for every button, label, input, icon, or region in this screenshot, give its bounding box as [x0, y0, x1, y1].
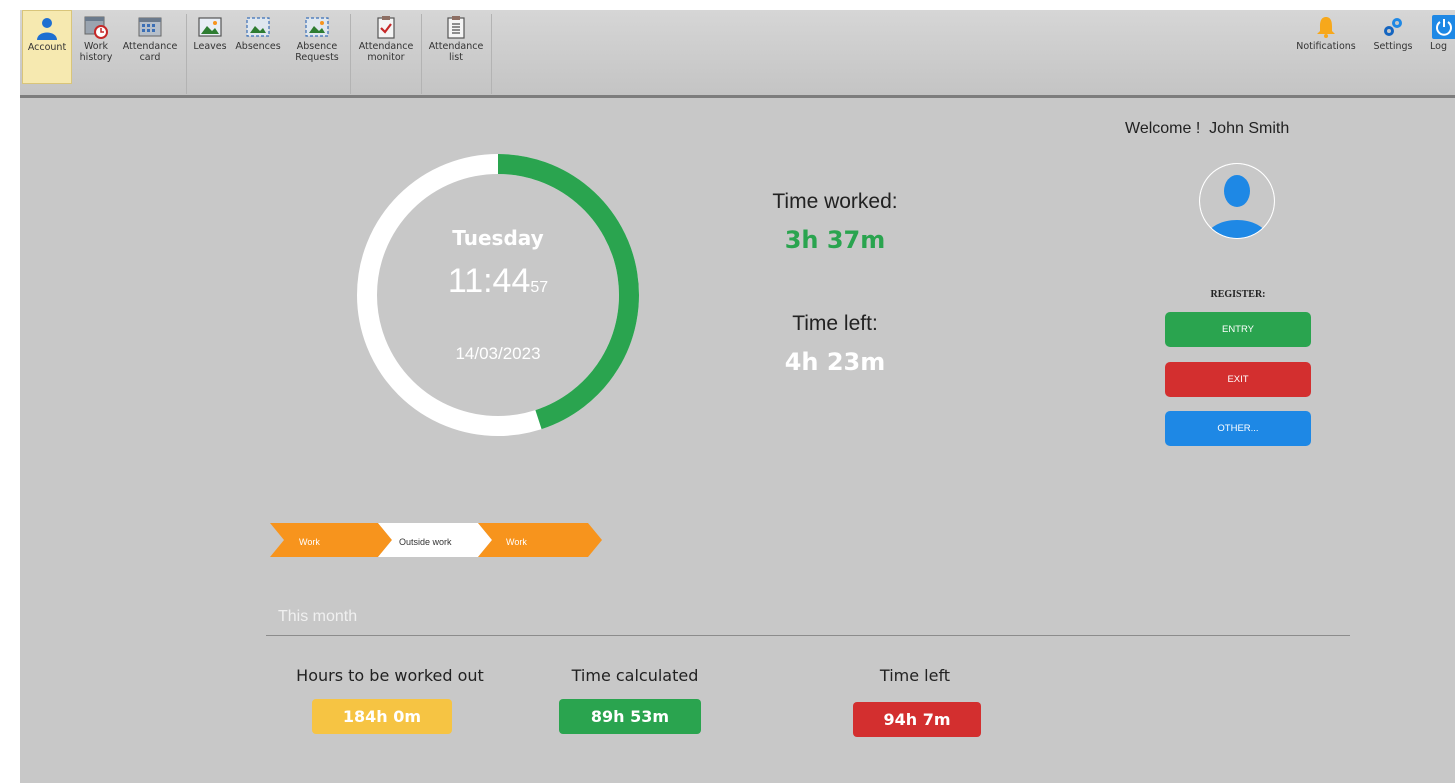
timeline-step-label: Outside work: [399, 537, 452, 547]
hours-to-work-badge: 184h 0m: [312, 699, 452, 734]
user-avatar-icon: [1199, 163, 1275, 239]
month-time-left-badge: 94h 7m: [853, 702, 981, 737]
toolbar-label: Requests: [295, 52, 339, 63]
time-calculated-label: Time calculated: [571, 666, 699, 685]
toolbar-label: Absences: [235, 41, 281, 52]
toolbar-attendance-monitor-button[interactable]: Attendance monitor: [354, 10, 418, 82]
exit-button[interactable]: EXIT: [1165, 362, 1311, 397]
toolbar-separator: [491, 14, 492, 94]
clipboard-list-icon: [447, 16, 465, 39]
clock-date: 14/03/2023: [455, 344, 541, 363]
toolbar-absence-requests-button[interactable]: Absence Requests: [286, 10, 348, 82]
calendar-clock-icon: [84, 16, 108, 39]
timeline-step-label: Work: [506, 537, 527, 547]
clock-time: 11:4457: [354, 262, 642, 301]
toolbar-label: list: [449, 52, 463, 63]
toolbar-label: Attendance: [122, 41, 178, 52]
person-icon: [37, 18, 57, 40]
clock-seconds: 57: [530, 279, 549, 296]
toolbar-attendance-list-button[interactable]: Attendance list: [424, 10, 488, 82]
toolbar: Account Work history Attendance card Lea…: [20, 10, 1455, 98]
toolbar-label: Attendance: [428, 41, 484, 52]
toolbar-label: Settings: [1373, 41, 1413, 52]
bell-icon: [1317, 17, 1335, 38]
calendar-grid-icon: [138, 17, 162, 37]
toolbar-label: Log: [1430, 41, 1447, 52]
toolbar-attendance-card-button[interactable]: Attendance card: [120, 10, 180, 82]
picture-icon: [198, 17, 222, 37]
timeline-step-label: Work: [299, 537, 320, 547]
toolbar-work-history-button[interactable]: Work history: [73, 10, 119, 82]
welcome-text: Welcome ! John Smith: [1125, 120, 1290, 137]
toolbar-separator: [350, 14, 351, 94]
picture-request-icon: [305, 17, 329, 37]
toolbar-separator: [186, 14, 187, 94]
toolbar-label: monitor: [367, 52, 405, 63]
other-button[interactable]: OTHER...: [1165, 411, 1311, 446]
app-window: Account Work history Attendance card Lea…: [20, 10, 1455, 783]
toolbar-separator: [421, 14, 422, 94]
entry-button[interactable]: ENTRY: [1165, 312, 1311, 347]
toolbar-label: Work: [83, 41, 109, 52]
toolbar-label: Attendance: [358, 41, 414, 52]
power-icon: [1432, 15, 1455, 39]
picture-dashed-icon: [246, 17, 270, 37]
toolbar-label: Notifications: [1296, 41, 1356, 52]
time-calculated-badge: 89h 53m: [559, 699, 701, 734]
time-worked-label: Time worked:: [772, 190, 898, 213]
month-divider: [266, 635, 1350, 636]
toolbar-label: Absence: [296, 41, 338, 52]
toolbar-settings-button[interactable]: Settings: [1368, 10, 1418, 82]
clock-hours-minutes: 11:44: [447, 262, 531, 300]
time-worked-value: 3h 37m: [784, 226, 886, 254]
clock-day: Tuesday: [452, 226, 544, 250]
hours-to-work-label: Hours to be worked out: [296, 666, 484, 685]
time-left-value: 4h 23m: [784, 348, 886, 376]
toolbar-leaves-button[interactable]: Leaves: [190, 10, 230, 82]
time-left-label: Time left:: [792, 312, 878, 335]
toolbar-label: Account: [27, 42, 67, 53]
toolbar-account-button[interactable]: Account: [22, 10, 72, 84]
toolbar-absences-button[interactable]: Absences: [232, 10, 284, 82]
toolbar-notifications-button[interactable]: Notifications: [1292, 10, 1360, 82]
toolbar-label: card: [139, 52, 161, 63]
clipboard-check-icon: [377, 16, 395, 39]
timeline-step-work: [478, 523, 602, 557]
register-title: REGISTER:: [1210, 289, 1266, 300]
timeline-step-work: [270, 523, 392, 557]
toolbar-logout-button[interactable]: Log: [1424, 10, 1455, 82]
toolbar-label: Leaves: [193, 41, 227, 52]
gears-icon: [1384, 18, 1402, 36]
month-section-title: This month: [278, 608, 358, 625]
toolbar-label: history: [79, 52, 113, 63]
month-time-left-label: Time left: [879, 666, 951, 685]
